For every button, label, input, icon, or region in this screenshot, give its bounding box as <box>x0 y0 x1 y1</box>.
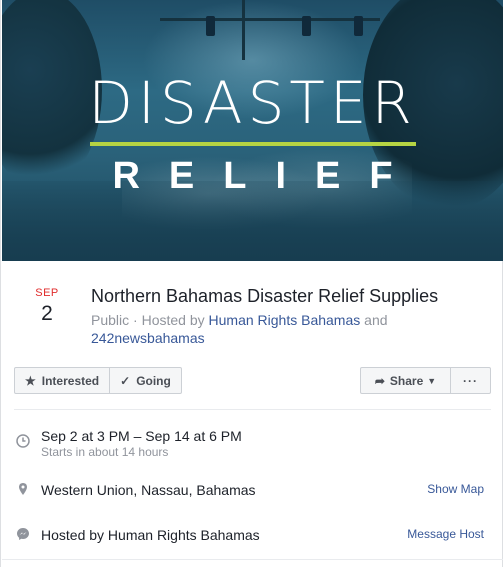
host-link-242newsbahamas[interactable]: 242newsbahamas <box>91 330 205 346</box>
interested-label: Interested <box>41 373 100 388</box>
event-meta: Public · Hosted by Human Rights Bahamas … <box>91 311 481 347</box>
hosted-by-prefix: · Hosted by <box>129 312 209 328</box>
share-label: Share <box>389 373 424 388</box>
checkmark-icon: ✓ <box>120 373 131 388</box>
event-time-range: Sep 2 at 3 PM – Sep 14 at 6 PM <box>41 428 242 444</box>
section-divider <box>14 409 491 410</box>
more-options-button[interactable]: ··· <box>450 367 491 394</box>
message-host-link[interactable]: Message Host <box>407 527 484 541</box>
clock-icon <box>16 434 30 448</box>
more-dots-icon: ··· <box>463 373 478 388</box>
rsvp-button-group: ★ Interested ✓ Going <box>14 367 182 394</box>
cover-title-relief: RELIEF <box>112 155 422 197</box>
location-pin-icon <box>19 483 27 495</box>
star-icon: ★ <box>25 373 36 388</box>
event-day: 2 <box>41 302 53 325</box>
going-label: Going <box>136 373 171 388</box>
share-button[interactable]: ➦ Share ▼ <box>360 367 451 394</box>
traffic-light-icon <box>206 16 215 36</box>
event-title: Northern Bahamas Disaster Relief Supplie… <box>91 286 439 306</box>
host-conjunction: and <box>360 312 388 328</box>
cover-signal-arm <box>160 18 380 21</box>
event-location[interactable]: Western Union, Nassau, Bahamas <box>41 481 256 499</box>
interested-button[interactable]: ★ Interested <box>15 368 109 393</box>
cover-accent-rule <box>90 142 416 146</box>
going-button[interactable]: ✓ Going <box>109 368 181 393</box>
cover-title-disaster: DISASTER <box>88 69 417 137</box>
event-date-badge: SEP 2 <box>19 286 75 328</box>
cover-photo[interactable]: DISASTER RELIEF <box>2 0 503 261</box>
chevron-down-icon: ▼ <box>427 375 437 386</box>
host-link-human-rights-bahamas[interactable]: Human Rights Bahamas <box>209 312 361 328</box>
hosted-by-line: Hosted by Human Rights Bahamas <box>41 527 260 543</box>
messenger-icon <box>17 528 29 540</box>
event-privacy: Public <box>91 312 130 328</box>
event-month: SEP <box>35 287 59 299</box>
event-card: DISASTER RELIEF SEP 2 Northern Bahamas D… <box>0 0 503 567</box>
traffic-light-icon <box>354 16 363 36</box>
event-time-relative: Starts in about 14 hours <box>41 445 169 459</box>
cover-signal-pole <box>242 0 245 60</box>
traffic-light-icon <box>302 16 311 36</box>
share-arrow-icon: ➦ <box>374 373 385 388</box>
show-map-link[interactable]: Show Map <box>427 482 484 496</box>
card-bottom-divider <box>2 559 503 560</box>
